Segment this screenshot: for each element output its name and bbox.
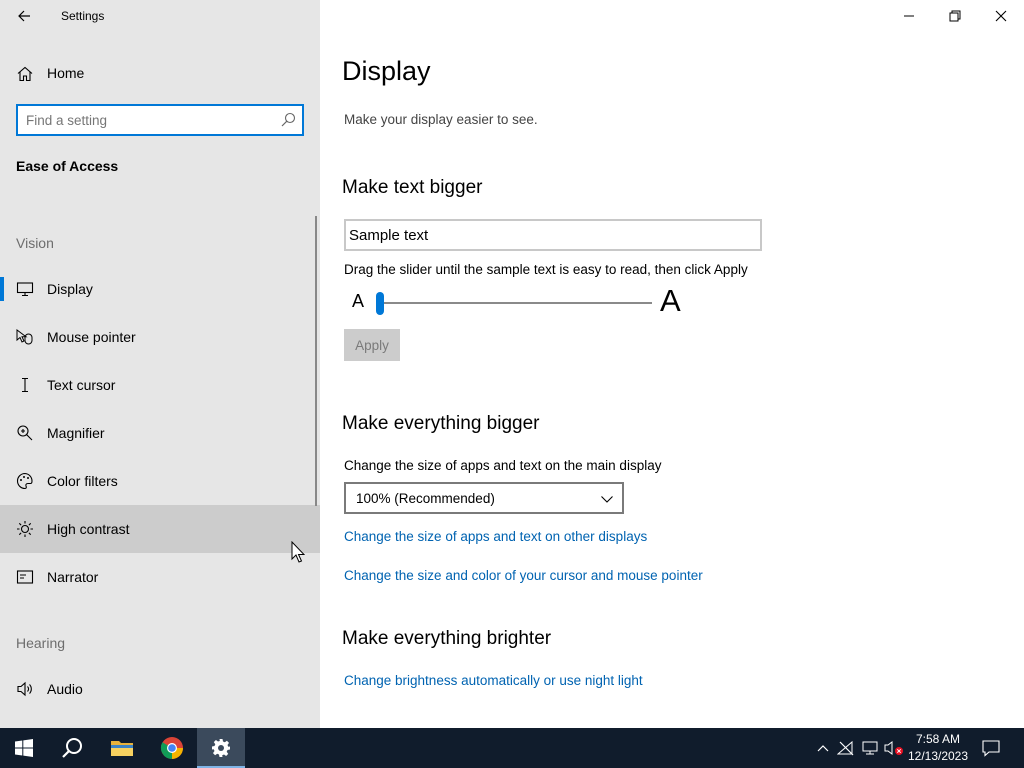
link-brightness[interactable]: Change brightness automatically or use n… [344,673,643,688]
mouse-pointer-icon [16,329,33,345]
sidebar-item-label: High contrast [47,521,130,537]
link-cursor-settings[interactable]: Change the size and color of your cursor… [344,568,703,583]
sidebar-item-label: Text cursor [47,377,116,393]
app-title: Settings [61,9,105,23]
slider-max-label: A [660,283,681,318]
chevron-down-icon [601,496,613,503]
scale-label: Change the size of apps and text on the … [344,458,662,473]
scale-dropdown-value: 100% (Recommended) [356,491,495,506]
sidebar-item-text-cursor[interactable]: Text cursor [0,361,316,409]
sidebar-item-magnifier[interactable]: Magnifier [0,409,316,457]
tray-network-status[interactable] [836,738,856,758]
sidebar-item-label: Audio [47,681,83,697]
sidebar-item-label: Mouse pointer [47,329,136,345]
taskbar-clock[interactable]: 7:58 AM 12/13/2023 [906,731,970,765]
gear-icon [212,739,230,757]
tray-network[interactable] [860,738,880,758]
sidebar-item-label: Narrator [47,569,99,585]
search-icon [62,738,82,758]
sample-text-box: Sample text [344,219,762,251]
back-arrow-icon [18,10,30,22]
chevron-up-icon [817,745,829,752]
back-button[interactable] [10,4,38,28]
show-hidden-icons-button[interactable] [813,738,833,758]
sidebar-item-narrator[interactable]: Narrator [0,553,316,601]
group-label-vision: Vision [16,235,54,251]
heading-make-text-bigger: Make text bigger [342,177,483,198]
text-size-slider-thumb[interactable] [376,292,384,315]
link-other-displays[interactable]: Change the size of apps and text on othe… [344,529,647,544]
sidebar-item-display[interactable]: Display [0,265,316,313]
section-title: Ease of Access [16,158,119,174]
group-label-hearing: Hearing [16,635,66,651]
main-content: Display Make your display easier to see.… [320,0,1024,728]
sidebar-item-color-filters[interactable]: Color filters [0,457,316,505]
search-input[interactable] [26,111,276,129]
page-title: Display [342,56,431,86]
page-description: Make your display easier to see. [344,112,538,127]
folder-icon [111,741,133,756]
action-center-button[interactable] [981,738,1001,758]
scale-dropdown[interactable]: 100% (Recommended) [344,482,624,514]
chrome-icon [160,737,183,759]
heading-make-everything-brighter: Make everything brighter [342,628,552,649]
home-icon [17,66,33,82]
sidebar-item-label: Magnifier [47,425,105,441]
taskbar-chrome[interactable] [148,728,196,768]
sidebar-item-high-contrast[interactable]: High contrast [0,505,320,553]
taskbar-file-explorer[interactable] [98,728,146,768]
sidebar-item-mouse-pointer[interactable]: Mouse pointer [0,313,316,361]
heading-make-everything-bigger: Make everything bigger [342,413,540,434]
sidebar-home-label: Home [47,65,85,81]
slider-hint: Drag the slider until the sample text is… [344,262,748,277]
sample-text: Sample text [349,227,429,244]
tray-volume[interactable] [884,738,904,758]
monitor-icon [16,282,34,297]
mouse-cursor-icon [291,541,305,563]
search-box[interactable] [16,104,304,136]
narrator-icon [16,570,34,584]
network-offline-icon [837,740,854,756]
windows-logo-icon [15,739,33,757]
title-bar: Settings [0,0,320,32]
start-button[interactable] [0,728,48,768]
clock-date: 12/13/2023 [907,749,969,763]
clock-time: 7:58 AM [915,732,961,746]
color-filters-icon [17,472,33,490]
magnifier-icon [17,425,33,441]
apply-button[interactable]: Apply [344,329,400,361]
taskbar-settings[interactable] [197,728,245,768]
settings-sidebar: Settings Home Ease of Access Vision Disp… [0,0,320,728]
text-size-slider-track[interactable] [376,302,652,304]
sidebar-item-label: Display [47,281,93,297]
sidebar-home[interactable]: Home [0,56,320,90]
slider-min-label: A [352,291,365,311]
volume-muted-icon [884,741,903,755]
high-contrast-icon [17,521,33,537]
ethernet-icon [862,741,878,755]
search-icon [281,112,296,127]
notification-icon [982,740,1000,757]
text-cursor-icon [22,377,28,393]
audio-icon [17,681,32,697]
taskbar-search-button[interactable] [48,728,96,768]
sidebar-scrollbar[interactable] [315,216,317,506]
taskbar: 7:58 AM 12/13/2023 [0,728,1024,768]
sidebar-item-label: Color filters [47,473,118,489]
sidebar-item-audio[interactable]: Audio [0,665,316,713]
